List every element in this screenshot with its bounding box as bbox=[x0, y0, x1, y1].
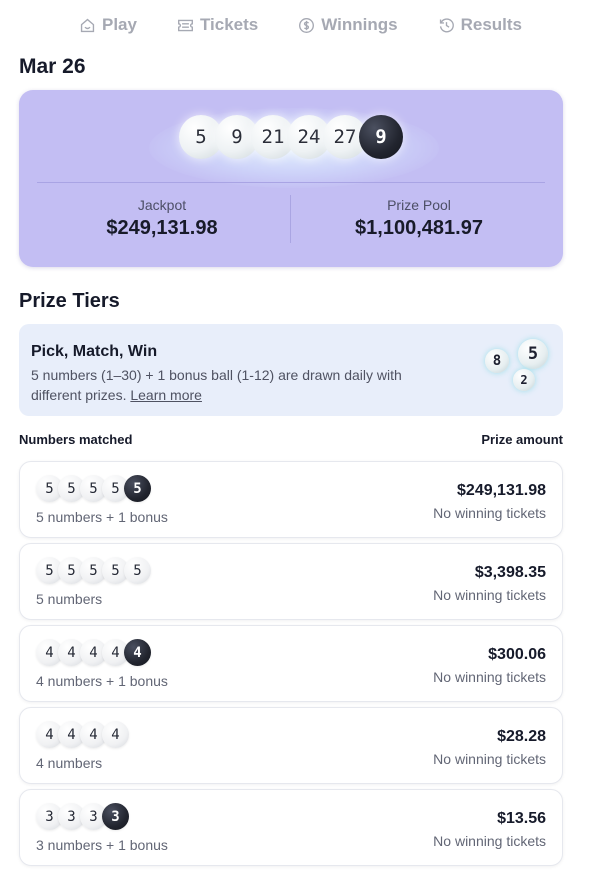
ticket-icon bbox=[177, 19, 193, 31]
tier-ball: 5 bbox=[124, 557, 151, 584]
tier-balls: 5 5 5 5 5 bbox=[36, 475, 151, 502]
tier-ball: 4 bbox=[102, 721, 129, 748]
prize-pool-value: $1,100,481.97 bbox=[355, 217, 483, 239]
tier-prize-amount: $13.56 bbox=[497, 810, 546, 827]
tier-winners: No winning tickets bbox=[433, 587, 546, 603]
tier-bonus-ball: 5 bbox=[124, 475, 151, 502]
jackpot-label: Jackpot bbox=[137, 197, 187, 213]
prize-amount-header: Prize amount bbox=[481, 432, 563, 447]
nav-play[interactable]: Play bbox=[79, 15, 137, 35]
prize-tier-row: 4 4 4 4 4 4 numbers + 1 bonus $300.06 No… bbox=[19, 625, 563, 702]
tier-description: 4 numbers + 1 bonus bbox=[36, 673, 168, 689]
tier-description: 3 numbers + 1 bonus bbox=[36, 837, 168, 853]
game-info-description: 5 numbers (1–30) + 1 bonus ball (1-12) a… bbox=[31, 365, 451, 405]
prize-tier-row: 5 5 5 5 5 5 numbers $3,398.35 No winning… bbox=[19, 543, 563, 620]
tier-winners: No winning tickets bbox=[433, 505, 546, 521]
learn-more-link[interactable]: Learn more bbox=[130, 387, 202, 403]
divider bbox=[290, 195, 291, 243]
jackpot-stat: Jackpot $249,131.98 bbox=[37, 197, 287, 240]
draw-date: Mar 26 bbox=[19, 55, 86, 78]
tier-winners: No winning tickets bbox=[433, 669, 546, 685]
tier-balls: 5 5 5 5 5 bbox=[36, 557, 151, 584]
nav-results[interactable]: Results bbox=[438, 15, 522, 35]
tier-winners: No winning tickets bbox=[433, 751, 546, 767]
prize-pool-stat: Prize Pool $1,100,481.97 bbox=[294, 197, 544, 240]
prize-tier-row: 5 5 5 5 5 5 numbers + 1 bonus $249,131.9… bbox=[19, 461, 563, 538]
tier-prize-amount: $3,398.35 bbox=[474, 564, 546, 581]
tier-winners: No winning tickets bbox=[433, 833, 546, 849]
drawn-balls: 5 9 21 24 27 9 bbox=[19, 115, 563, 159]
tier-bonus-ball: 4 bbox=[124, 639, 151, 666]
tier-balls: 4 4 4 4 4 bbox=[36, 639, 151, 666]
tier-description: 5 numbers bbox=[36, 591, 103, 607]
nav-tickets[interactable]: Tickets bbox=[177, 15, 258, 35]
dollar-circle-icon bbox=[299, 17, 315, 33]
decorative-ball: 5 bbox=[518, 339, 548, 369]
home-icon bbox=[80, 18, 95, 32]
nav-winnings-label: Winnings bbox=[321, 15, 398, 34]
decorative-ball: 2 bbox=[513, 369, 535, 391]
game-info-card: Pick, Match, Win 5 numbers (1–30) + 1 bo… bbox=[19, 324, 563, 416]
history-icon bbox=[439, 17, 454, 32]
numbers-matched-header: Numbers matched bbox=[19, 432, 133, 447]
drawn-bonus-ball: 9 bbox=[359, 115, 403, 159]
tier-column-headers: Numbers matched Prize amount bbox=[19, 432, 563, 447]
decorative-ball: 8 bbox=[485, 349, 509, 373]
nav-play-label: Play bbox=[101, 15, 137, 34]
prize-tiers-title: Prize Tiers bbox=[19, 290, 120, 312]
tier-prize-amount: $28.28 bbox=[497, 728, 546, 745]
nav-results-label: Results bbox=[460, 15, 523, 34]
jackpot-value: $249,131.98 bbox=[106, 217, 218, 239]
game-info-title: Pick, Match, Win bbox=[31, 343, 158, 360]
tier-prize-amount: $300.06 bbox=[488, 646, 546, 663]
game-info-text: 5 numbers (1–30) + 1 bonus ball (1-12) a… bbox=[31, 367, 402, 403]
draw-result-card: 5 9 21 24 27 9 Jackpot $249,131.98 Prize… bbox=[19, 90, 563, 267]
tier-description: 5 numbers + 1 bonus bbox=[36, 509, 168, 525]
tier-balls: 3 3 3 3 bbox=[36, 803, 129, 830]
prize-pool-label: Prize Pool bbox=[387, 197, 451, 213]
tier-bonus-ball: 3 bbox=[102, 803, 129, 830]
tier-prize-amount: $249,131.98 bbox=[457, 482, 546, 499]
nav-winnings[interactable]: Winnings bbox=[298, 15, 398, 35]
prize-tier-row: 4 4 4 4 4 numbers $28.28 No winning tick… bbox=[19, 707, 563, 784]
divider bbox=[37, 182, 545, 183]
nav-tickets-label: Tickets bbox=[199, 15, 259, 34]
prize-tier-row: 3 3 3 3 3 numbers + 1 bonus $13.56 No wi… bbox=[19, 789, 563, 866]
tier-description: 4 numbers bbox=[36, 755, 103, 771]
top-nav: Play Tickets Winnings Results bbox=[0, 0, 601, 50]
tier-balls: 4 4 4 4 bbox=[36, 721, 129, 748]
